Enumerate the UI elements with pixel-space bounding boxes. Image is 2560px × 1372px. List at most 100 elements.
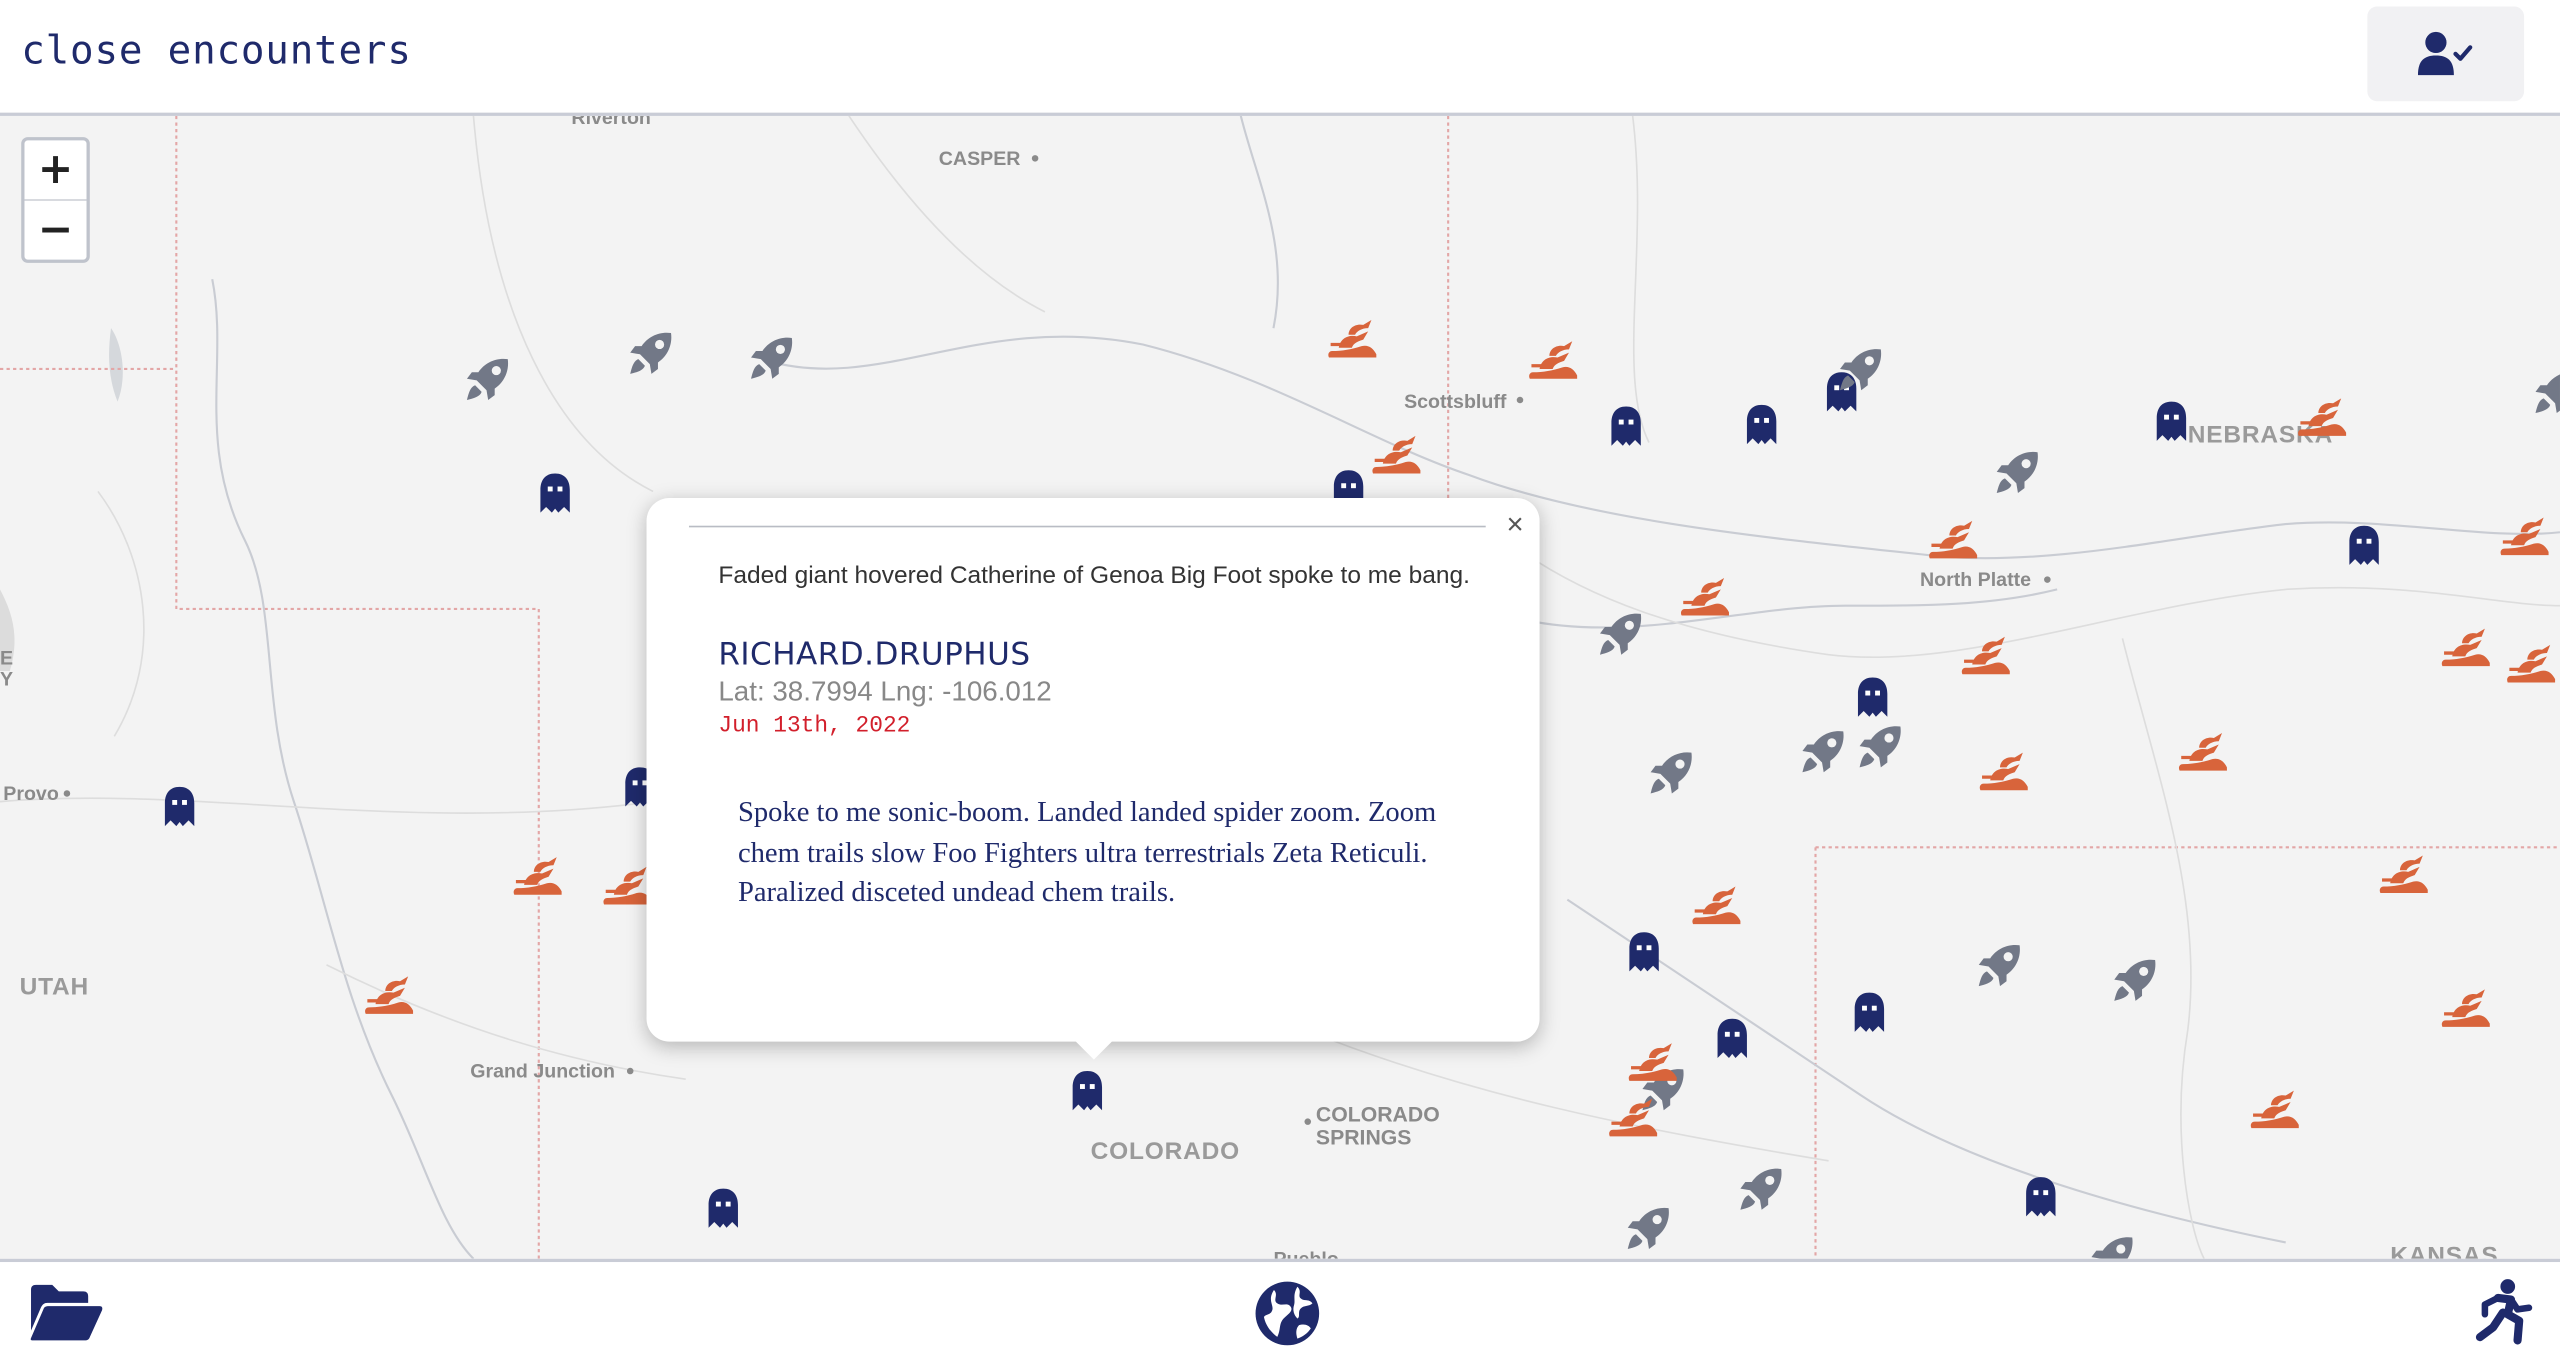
globe-button[interactable] [1254, 1280, 1321, 1355]
activity-button[interactable] [2475, 1278, 2534, 1355]
bigfoot-marker[interactable] [1326, 313, 1378, 365]
ghost-marker[interactable] [1061, 1064, 1113, 1116]
bigfoot-icon [1328, 319, 1377, 358]
popup-username[interactable]: RICHARD.DRUPHUS [718, 637, 1030, 673]
ghost-marker[interactable] [2015, 1171, 2067, 1223]
ghost-icon [2156, 401, 2187, 441]
ghost-icon [1611, 406, 1641, 446]
ghost-marker[interactable] [1843, 986, 1895, 1038]
popup-close-button[interactable]: × [1497, 506, 1533, 542]
bigfoot-marker[interactable] [2176, 727, 2228, 779]
ghost-marker[interactable] [1847, 671, 1899, 723]
map-label-pueblo: Pueblo [1273, 1247, 1339, 1259]
rocket-icon [1740, 1168, 1782, 1210]
zoom-out-button[interactable]: − [24, 199, 87, 259]
rocket-marker[interactable] [1623, 1202, 1675, 1254]
ghost-marker[interactable] [2145, 395, 2197, 447]
popup-body: Spoke to me sonic-boom. Landed landed sp… [737, 795, 1437, 908]
bigfoot-marker[interactable] [2377, 849, 2429, 901]
rocket-marker[interactable] [1646, 746, 1698, 798]
ghost-icon [1717, 1018, 1747, 1058]
folder-button[interactable] [28, 1283, 103, 1350]
bigfoot-marker[interactable] [2498, 511, 2550, 563]
bigfoot-marker[interactable] [1527, 335, 1579, 387]
bigfoot-icon [603, 866, 652, 905]
app-header: close encounters [0, 0, 2560, 116]
map-label-utah: UTAH [19, 973, 90, 1001]
map-label-north-platte: North Platte [1919, 568, 2032, 592]
ghost-icon [540, 473, 570, 513]
ghost-marker[interactable] [697, 1182, 749, 1234]
rocket-marker[interactable] [1798, 725, 1850, 777]
bigfoot-icon [2441, 989, 2490, 1027]
bigfoot-marker[interactable] [1626, 1037, 1678, 1089]
ghost-marker[interactable] [2338, 519, 2390, 571]
globe-icon [1255, 1281, 1320, 1346]
bigfoot-icon [365, 976, 414, 1014]
bigfoot-marker[interactable] [2439, 622, 2491, 674]
bigfoot-icon [2250, 1090, 2299, 1129]
ghost-marker[interactable] [1600, 400, 1652, 452]
bigfoot-marker[interactable] [1690, 880, 1742, 932]
bigfoot-icon [2507, 644, 2556, 683]
bigfoot-marker[interactable] [1607, 1092, 1659, 1144]
ghost-marker[interactable] [153, 780, 205, 832]
rocket-marker[interactable] [1974, 939, 2026, 991]
bigfoot-marker[interactable] [1959, 630, 2011, 682]
rocket-marker[interactable] [746, 331, 798, 383]
ghost-icon [1746, 404, 1777, 445]
bigfoot-marker[interactable] [1927, 514, 1979, 566]
bigfoot-marker[interactable] [511, 851, 563, 903]
map-label-colorado-springs-1: COLORADO [1315, 1102, 1440, 1127]
bigfoot-marker[interactable] [2439, 983, 2491, 1035]
bigfoot-icon [2178, 733, 2227, 771]
ghost-marker[interactable] [1706, 1012, 1758, 1064]
bigfoot-icon [1372, 435, 1421, 474]
rocket-icon [2091, 1237, 2133, 1259]
rocket-icon [2114, 959, 2156, 1001]
encounter-popup: × Faded giant hovered Catherine of Genoa… [646, 497, 1540, 1060]
bigfoot-marker[interactable] [1977, 746, 2029, 798]
rocket-marker[interactable] [1855, 720, 1907, 772]
rocket-icon [751, 337, 793, 379]
popup-divider [688, 525, 1486, 528]
bigfoot-marker[interactable] [2248, 1084, 2300, 1136]
bigfoot-icon [2379, 855, 2428, 894]
profile-button[interactable] [2367, 6, 2525, 102]
ghost-marker[interactable] [529, 467, 581, 519]
map-label-colorado: COLORADO [1090, 1137, 1240, 1166]
map-label-scottsbluff: Scottsbluff [1404, 390, 1507, 414]
bigfoot-icon [1628, 1043, 1677, 1081]
map[interactable]: Riverton CASPER Scottsbluff NEBRASKA Nor… [0, 115, 2560, 1259]
rocket-marker[interactable] [462, 353, 514, 405]
bigfoot-marker[interactable] [1678, 571, 1730, 623]
rocket-marker[interactable] [625, 327, 677, 379]
ghost-icon [1854, 992, 1885, 1032]
rocket-marker[interactable] [1992, 446, 2044, 498]
popup-headline: Faded giant hovered Catherine of Genoa B… [718, 561, 1470, 590]
bigfoot-icon [1529, 341, 1578, 379]
rocket-marker[interactable] [1736, 1162, 1788, 1214]
map-label-edge-y: Y [0, 667, 14, 691]
zoom-in-button[interactable]: + [24, 140, 86, 199]
rocket-marker[interactable] [1595, 607, 1647, 659]
bigfoot-marker[interactable] [601, 860, 653, 912]
bigfoot-marker[interactable] [362, 970, 414, 1022]
bigfoot-marker[interactable] [1370, 429, 1422, 481]
bigfoot-icon [2298, 398, 2347, 436]
rocket-marker[interactable] [2087, 1231, 2139, 1259]
ghost-marker[interactable] [1618, 926, 1670, 978]
bigfoot-marker[interactable] [2296, 392, 2348, 444]
popup-coordinates: Lat: 38.7994 Lng: -106.012 [718, 675, 1052, 707]
rocket-icon [1978, 944, 2020, 987]
ghost-marker[interactable] [1736, 398, 1788, 450]
rocket-marker[interactable] [2109, 953, 2161, 1005]
rocket-marker[interactable] [1835, 343, 1887, 395]
bigfoot-marker[interactable] [2504, 638, 2556, 690]
map-label-casper: CASPER [938, 146, 1021, 170]
rocket-marker[interactable] [2531, 366, 2560, 418]
rocket-icon [1839, 349, 1882, 391]
popup-date: Jun 13th, 2022 [718, 713, 911, 740]
map-label-riverton: Riverton [571, 115, 651, 129]
ghost-icon [708, 1188, 738, 1228]
